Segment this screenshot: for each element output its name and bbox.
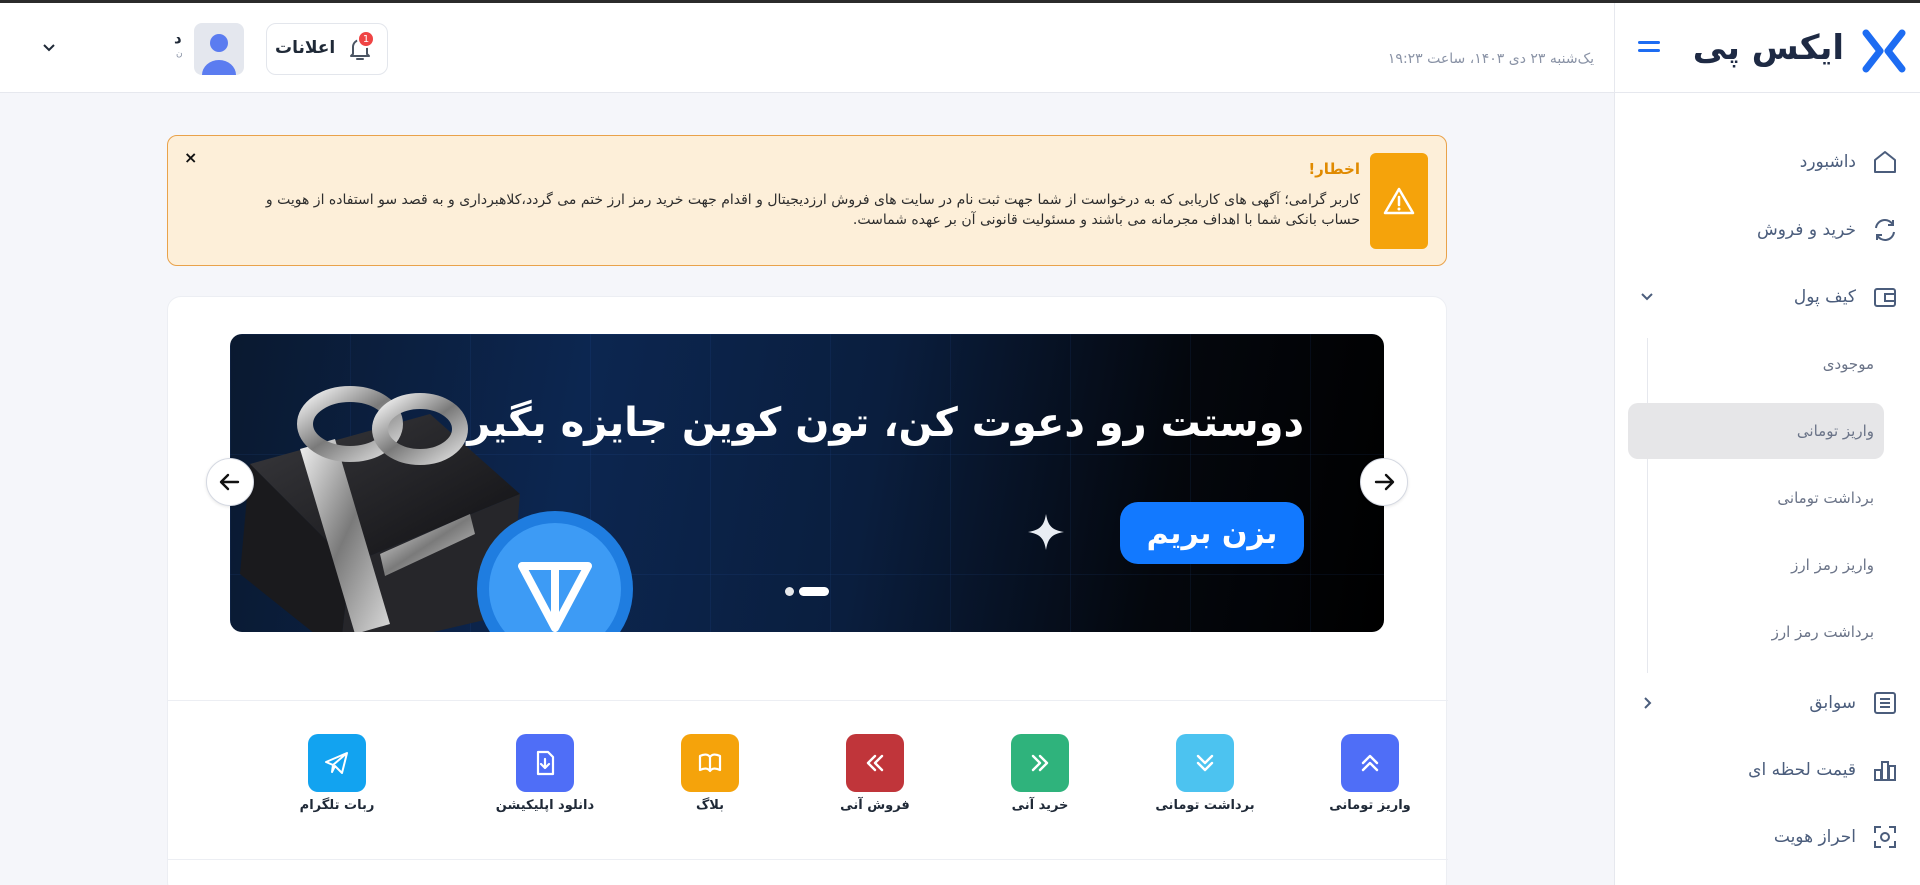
- sidebar-subitem-label: برداشت تومانی: [1777, 489, 1874, 507]
- promo-banner[interactable]: دوستت رو دعوت کن، تون کوین جایزه بگیر بز…: [230, 334, 1384, 632]
- brand: ایکس پی: [1614, 3, 1920, 93]
- sidebar: ایکس پی داشبورد خرید و فروش کیف پول موجو…: [1614, 3, 1920, 885]
- sidebar-item-trade[interactable]: خرید و فروش: [1630, 207, 1900, 253]
- sidebar-item-live-price[interactable]: قیمت لحظه ای: [1630, 747, 1900, 793]
- sidebar-subitem-label: واریز رمز ارز: [1791, 556, 1874, 574]
- banner-title: دوستت رو دعوت کن، تون کوین جایزه بگیر: [467, 400, 1304, 446]
- quick-action-instant-sell[interactable]: فروش آنی: [814, 734, 934, 824]
- sidebar-subitem-label: واریز تومانی: [1796, 422, 1874, 440]
- quick-action-instant-buy[interactable]: خرید آنی: [979, 734, 1099, 824]
- sidebar-subitem-toman-deposit[interactable]: واریز تومانی: [1628, 403, 1884, 459]
- quick-actions: واریز تومانی برداشت تومانی خرید آنی فروش…: [168, 697, 1448, 857]
- carousel-dots: [785, 587, 829, 596]
- scan-icon: [1870, 822, 1900, 852]
- sidebar-item-kyc[interactable]: احراز هویت: [1630, 814, 1900, 860]
- quick-action-telegram-bot[interactable]: ربات تلگرام: [276, 734, 396, 824]
- quick-action-blog[interactable]: بلاگ: [649, 734, 769, 824]
- chart-icon: [1870, 755, 1900, 785]
- warning-alert: اخطار! کاربر گرامی؛ آگهی های کاریابی که …: [167, 135, 1447, 266]
- dashboard-card: دوستت رو دعوت کن، تون کوین جایزه بگیر بز…: [167, 296, 1448, 885]
- sidebar-subitem-label: برداشت رمز ارز: [1771, 623, 1874, 641]
- download-file-icon: [516, 734, 574, 792]
- history-icon: [1870, 688, 1900, 718]
- section-divider: [168, 859, 1448, 860]
- double-chevron-down-icon: [1176, 734, 1234, 792]
- quick-action-label: واریز تومانی: [1329, 798, 1411, 813]
- sidebar-item-label: احراز هویت: [1773, 827, 1856, 847]
- user-icon: [202, 34, 236, 75]
- arrow-right-icon: [1374, 473, 1395, 491]
- brand-name: ایکس پی: [1692, 28, 1844, 68]
- carousel-prev-button[interactable]: [206, 458, 254, 506]
- quick-action-label: خرید آنی: [1011, 798, 1069, 813]
- close-icon[interactable]: ×: [184, 148, 197, 167]
- quick-action-label: بلاگ: [695, 798, 725, 813]
- quick-action-label: دانلود اپلیکیشن: [495, 798, 595, 813]
- sidebar-item-dashboard[interactable]: داشبورد: [1630, 139, 1900, 185]
- chevron-right-icon: [1644, 697, 1652, 709]
- avatar[interactable]: [194, 23, 244, 75]
- telegram-icon: [308, 734, 366, 792]
- book-icon: [681, 734, 739, 792]
- carousel-dot-active[interactable]: [799, 587, 829, 596]
- quick-action-toman-withdraw[interactable]: برداشت تومانی: [1144, 734, 1264, 824]
- alert-message: کاربر گرامی؛ آگهی های کاریابی که به درخو…: [265, 192, 1360, 228]
- brand-logo-icon: [1862, 29, 1906, 73]
- sidebar-subitem-toman-withdraw[interactable]: برداشت تومانی: [1628, 470, 1884, 526]
- sidebar-item-label: قیمت لحظه ای: [1748, 760, 1856, 780]
- user-name: د: [174, 29, 182, 47]
- quick-action-app-download[interactable]: دانلود اپلیکیشن: [484, 734, 604, 824]
- notifications-label: اعلانات: [275, 38, 336, 58]
- sidebar-subitem-crypto-deposit[interactable]: واریز رمز ارز: [1628, 537, 1884, 593]
- chevron-down-icon: [1641, 293, 1653, 301]
- carousel-next-button[interactable]: [1360, 458, 1408, 506]
- current-date: یک‌شنبه ۲۳ دی ۱۴۰۳، ساعت ۱۹:۲۳: [1387, 51, 1594, 67]
- sidebar-item-label: خرید و فروش: [1756, 220, 1856, 240]
- sidebar-item-history[interactable]: سوابق: [1630, 680, 1900, 726]
- banner-cta-button[interactable]: بزن بریم: [1120, 502, 1304, 564]
- sidebar-item-label: داشبورد: [1799, 152, 1856, 172]
- sidebar-item-label: کیف پول: [1793, 287, 1856, 307]
- sidebar-subitem-balance[interactable]: موجودی: [1628, 336, 1884, 392]
- quick-action-label: برداشت تومانی: [1155, 798, 1255, 813]
- top-header: یک‌شنبه ۲۳ دی ۱۴۰۳، ساعت ۱۹:۲۳ 1 اعلانات…: [0, 3, 1614, 93]
- alert-title: اخطار!: [1308, 160, 1360, 178]
- notification-count-badge: 1: [357, 30, 375, 48]
- double-chevron-up-icon: [1341, 734, 1399, 792]
- warning-icon: [1370, 153, 1428, 249]
- notifications-button[interactable]: 1 اعلانات: [266, 23, 388, 75]
- wallet-icon: [1870, 282, 1900, 312]
- home-icon: [1870, 147, 1900, 177]
- user-subtitle: ن: [176, 49, 183, 59]
- quick-action-label: ربات تلگرام: [299, 798, 375, 813]
- ton-coin-icon: [477, 511, 633, 632]
- sidebar-item-label: سوابق: [1809, 693, 1856, 713]
- menu-toggle-button[interactable]: [1638, 41, 1660, 57]
- user-menu-chevron-down-icon[interactable]: [40, 39, 58, 57]
- quick-action-label: فروش آنی: [840, 798, 910, 813]
- quick-action-toman-deposit[interactable]: واریز تومانی: [1309, 734, 1429, 824]
- sparkle-icon: [1028, 514, 1064, 550]
- carousel-dot[interactable]: [785, 587, 794, 596]
- sidebar-subitem-crypto-withdraw[interactable]: برداشت رمز ارز: [1628, 604, 1884, 660]
- arrow-left-icon: [219, 473, 240, 491]
- sidebar-item-wallet[interactable]: کیف پول: [1630, 274, 1900, 320]
- double-chevron-right-icon: [1011, 734, 1069, 792]
- double-chevron-left-icon: [846, 734, 904, 792]
- sidebar-subitem-label: موجودی: [1822, 355, 1874, 373]
- exchange-icon: [1870, 215, 1900, 245]
